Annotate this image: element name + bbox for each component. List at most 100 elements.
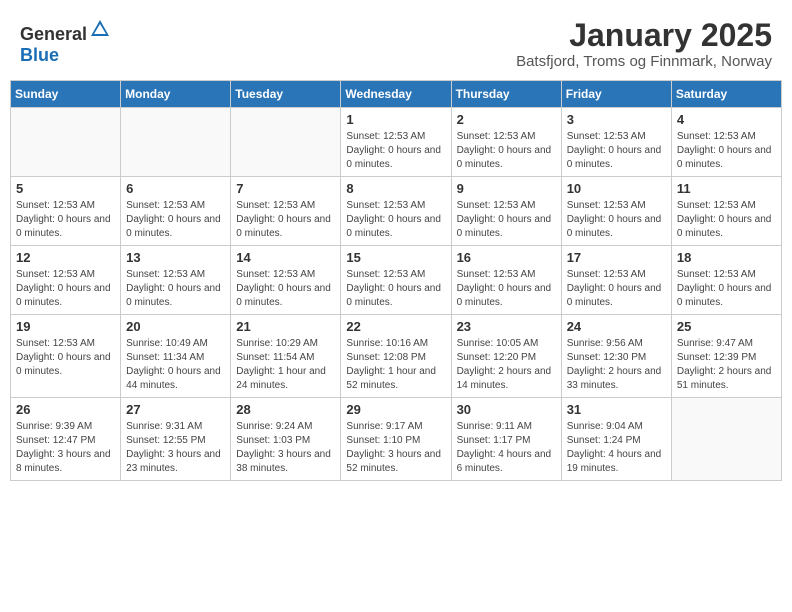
calendar-day-cell xyxy=(11,108,121,177)
day-info: Sunrise: 10:49 AM Sunset: 11:34 AM Dayli… xyxy=(126,337,225,393)
calendar-header-cell: Saturday xyxy=(671,81,781,108)
calendar-day-cell: 7 Sunset: 12:53 AM Daylight: 0 hours and … xyxy=(231,177,341,246)
day-number: 8 xyxy=(346,181,445,196)
calendar-day-cell: 20 Sunrise: 10:49 AM Sunset: 11:34 AM Day… xyxy=(121,315,231,398)
day-number: 3 xyxy=(567,112,666,127)
calendar-header-cell: Thursday xyxy=(451,81,561,108)
day-info: Sunset: 12:53 AM Daylight: 0 hours and 0… xyxy=(236,268,335,310)
day-info: Sunset: 12:53 AM Daylight: 0 hours and 0… xyxy=(677,199,776,241)
calendar-day-cell: 14 Sunset: 12:53 AM Daylight: 0 hours and… xyxy=(231,246,341,315)
day-info: Sunrise: 10:16 AM Sunset: 12:08 PM Dayli… xyxy=(346,337,445,393)
day-number: 21 xyxy=(236,319,335,334)
day-info: Sunset: 12:53 AM Daylight: 0 hours and 0… xyxy=(236,199,335,241)
calendar-day-cell: 17Sunset: 12:53 AM Daylight: 0 hours and… xyxy=(561,246,671,315)
day-info: Sunrise: 9:39 AM Sunset: 12:47 PM Daylig… xyxy=(16,420,115,476)
calendar-day-cell: 1 Sunset: 12:53 AM Daylight: 0 hours and … xyxy=(341,108,451,177)
calendar-day-cell: 26Sunrise: 9:39 AM Sunset: 12:47 PM Dayl… xyxy=(11,398,121,481)
day-number: 10 xyxy=(567,181,666,196)
calendar-week-row: 26Sunrise: 9:39 AM Sunset: 12:47 PM Dayl… xyxy=(11,398,782,481)
calendar-day-cell: 6Sunset: 12:53 AM Daylight: 0 hours and … xyxy=(121,177,231,246)
logo-icon xyxy=(89,18,111,40)
title-block: January 2025 Batsfjord, Troms og Finnmar… xyxy=(516,18,772,70)
calendar-day-cell: 31 Sunrise: 9:04 AM Sunset: 1:24 PM Dayli… xyxy=(561,398,671,481)
calendar-header-cell: Sunday xyxy=(11,81,121,108)
day-number: 28 xyxy=(236,402,335,417)
calendar-day-cell: 30Sunrise: 9:11 AM Sunset: 1:17 PM Dayli… xyxy=(451,398,561,481)
day-info: Sunrise: 9:31 AM Sunset: 12:55 PM Daylig… xyxy=(126,420,225,476)
day-number: 15 xyxy=(346,250,445,265)
day-number: 31 xyxy=(567,402,666,417)
calendar-day-cell xyxy=(121,108,231,177)
day-number: 27 xyxy=(126,402,225,417)
day-number: 29 xyxy=(346,402,445,417)
day-number: 9 xyxy=(457,181,556,196)
day-number: 13 xyxy=(126,250,225,265)
calendar-day-cell: 10Sunset: 12:53 AM Daylight: 0 hours and… xyxy=(561,177,671,246)
calendar-day-cell: 5 Sunset: 12:53 AM Daylight: 0 hours and … xyxy=(11,177,121,246)
day-number: 12 xyxy=(16,250,115,265)
calendar-day-cell: 25Sunrise: 9:47 AM Sunset: 12:39 PM Dayl… xyxy=(671,315,781,398)
month-title: January 2025 xyxy=(516,18,772,53)
day-number: 7 xyxy=(236,181,335,196)
day-number: 2 xyxy=(457,112,556,127)
day-number: 1 xyxy=(346,112,445,127)
calendar-week-row: 5 Sunset: 12:53 AM Daylight: 0 hours and … xyxy=(11,177,782,246)
calendar-day-cell: 9 Sunset: 12:53 AM Daylight: 0 hours and … xyxy=(451,177,561,246)
calendar-day-cell: 23 Sunrise: 10:05 AM Sunset: 12:20 PM Day… xyxy=(451,315,561,398)
day-info: Sunrise: 9:17 AM Sunset: 1:10 PM Dayligh… xyxy=(346,420,445,476)
day-info: Sunset: 12:53 AM Daylight: 0 hours and 0… xyxy=(567,130,666,172)
day-info: Sunset: 12:53 AM Daylight: 0 hours and 0… xyxy=(16,199,115,241)
calendar-day-cell: 12 Sunset: 12:53 AM Daylight: 0 hours and… xyxy=(11,246,121,315)
calendar-day-cell: 15 Sunset: 12:53 AM Daylight: 0 hours and… xyxy=(341,246,451,315)
calendar-day-cell: 3 Sunset: 12:53 AM Daylight: 0 hours and … xyxy=(561,108,671,177)
day-info: Sunset: 12:53 AM Daylight: 0 hours and 0… xyxy=(16,268,115,310)
calendar-header-cell: Wednesday xyxy=(341,81,451,108)
day-info: Sunset: 12:53 AM Daylight: 0 hours and 0… xyxy=(16,337,115,379)
day-number: 19 xyxy=(16,319,115,334)
calendar-day-cell xyxy=(231,108,341,177)
logo: General Blue xyxy=(20,18,111,66)
calendar-day-cell: 4Sunset: 12:53 AM Daylight: 0 hours and … xyxy=(671,108,781,177)
day-number: 30 xyxy=(457,402,556,417)
day-info: Sunset: 12:53 AM Daylight: 0 hours and 0… xyxy=(346,268,445,310)
day-number: 20 xyxy=(126,319,225,334)
calendar-week-row: 1 Sunset: 12:53 AM Daylight: 0 hours and … xyxy=(11,108,782,177)
day-info: Sunset: 12:53 AM Daylight: 0 hours and 0… xyxy=(567,268,666,310)
day-info: Sunset: 12:53 AM Daylight: 0 hours and 0… xyxy=(126,268,225,310)
day-number: 24 xyxy=(567,319,666,334)
day-info: Sunrise: 9:47 AM Sunset: 12:39 PM Daylig… xyxy=(677,337,776,393)
day-number: 23 xyxy=(457,319,556,334)
day-number: 14 xyxy=(236,250,335,265)
day-number: 4 xyxy=(677,112,776,127)
calendar-day-cell: 19 Sunset: 12:53 AM Daylight: 0 hours and… xyxy=(11,315,121,398)
day-info: Sunset: 12:53 AM Daylight: 0 hours and 0… xyxy=(677,268,776,310)
calendar-day-cell: 27 Sunrise: 9:31 AM Sunset: 12:55 PM Dayl… xyxy=(121,398,231,481)
day-number: 11 xyxy=(677,181,776,196)
location-title: Batsfjord, Troms og Finnmark, Norway xyxy=(516,53,772,70)
day-info: Sunrise: 10:05 AM Sunset: 12:20 PM Dayli… xyxy=(457,337,556,393)
calendar-week-row: 12 Sunset: 12:53 AM Daylight: 0 hours and… xyxy=(11,246,782,315)
calendar-week-row: 19 Sunset: 12:53 AM Daylight: 0 hours and… xyxy=(11,315,782,398)
calendar-body: 1 Sunset: 12:53 AM Daylight: 0 hours and … xyxy=(11,108,782,481)
day-info: Sunset: 12:53 AM Daylight: 0 hours and 0… xyxy=(457,199,556,241)
calendar-day-cell: 18 Sunset: 12:53 AM Daylight: 0 hours and… xyxy=(671,246,781,315)
day-number: 18 xyxy=(677,250,776,265)
day-info: Sunrise: 9:04 AM Sunset: 1:24 PM Dayligh… xyxy=(567,420,666,476)
day-number: 5 xyxy=(16,181,115,196)
day-info: Sunrise: 10:29 AM Sunset: 11:54 AM Dayli… xyxy=(236,337,335,393)
calendar-day-cell: 22Sunrise: 10:16 AM Sunset: 12:08 PM Day… xyxy=(341,315,451,398)
calendar-header-cell: Monday xyxy=(121,81,231,108)
day-info: Sunset: 12:53 AM Daylight: 0 hours and 0… xyxy=(126,199,225,241)
logo-general: General xyxy=(20,24,87,44)
calendar-day-cell: 28Sunrise: 9:24 AM Sunset: 1:03 PM Dayli… xyxy=(231,398,341,481)
calendar-table: SundayMondayTuesdayWednesdayThursdayFrid… xyxy=(10,80,782,481)
day-info: Sunset: 12:53 AM Daylight: 0 hours and 0… xyxy=(346,199,445,241)
day-number: 16 xyxy=(457,250,556,265)
calendar-day-cell: 16Sunset: 12:53 AM Daylight: 0 hours and… xyxy=(451,246,561,315)
logo-blue: Blue xyxy=(20,45,59,65)
calendar-day-cell: 11 Sunset: 12:53 AM Daylight: 0 hours and… xyxy=(671,177,781,246)
day-info: Sunset: 12:53 AM Daylight: 0 hours and 0… xyxy=(346,130,445,172)
calendar-day-cell: 24Sunrise: 9:56 AM Sunset: 12:30 PM Dayl… xyxy=(561,315,671,398)
calendar-header-row: SundayMondayTuesdayWednesdayThursdayFrid… xyxy=(11,81,782,108)
calendar-day-cell: 21 Sunrise: 10:29 AM Sunset: 11:54 AM Day… xyxy=(231,315,341,398)
